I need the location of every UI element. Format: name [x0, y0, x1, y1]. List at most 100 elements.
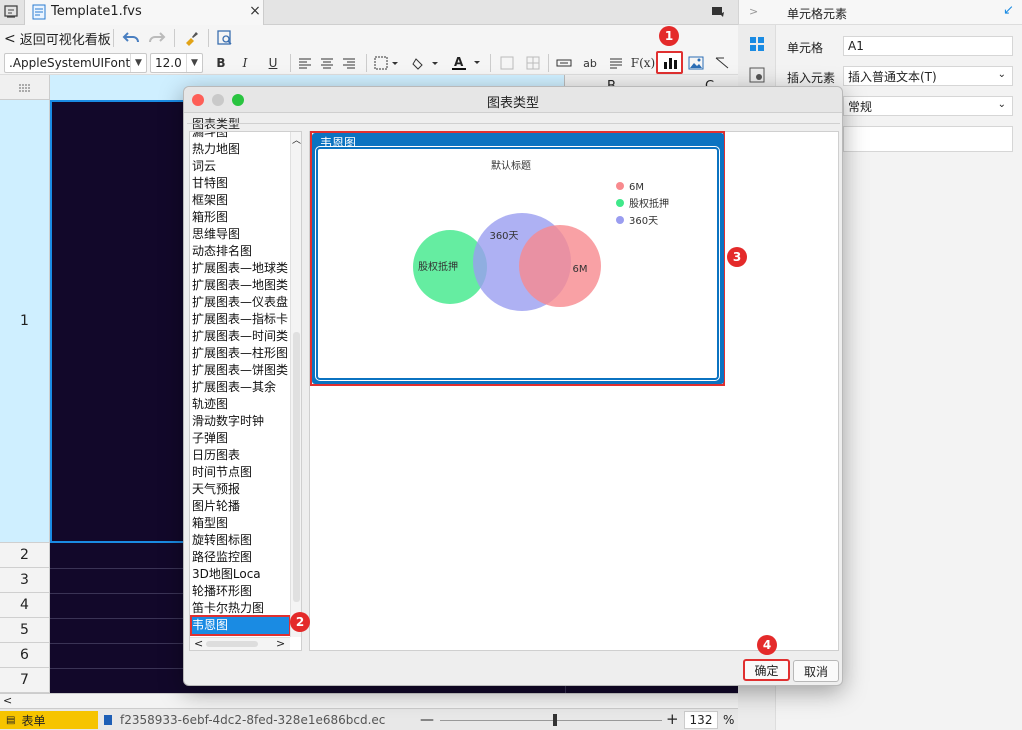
insert-image-icon[interactable] — [686, 54, 706, 72]
chart-type-item[interactable]: 韦恩图 — [190, 615, 291, 636]
close-icon[interactable]: × — [247, 3, 263, 19]
font-color-icon[interactable]: A — [448, 54, 484, 72]
chart-type-item[interactable]: 3D地图Loca — [192, 566, 289, 583]
divider — [174, 29, 175, 47]
scroll-left-icon[interactable]: < — [3, 694, 12, 707]
fill-color-icon[interactable] — [410, 54, 442, 72]
menu-dropdown-icon[interactable] — [708, 3, 728, 21]
row-header-7[interactable]: 7 — [0, 668, 50, 693]
ok-button[interactable]: 确定 — [743, 659, 790, 681]
chart-type-item[interactable]: 日历图表 — [192, 447, 289, 464]
row-header-4[interactable]: 4 — [0, 593, 50, 618]
chart-type-item[interactable]: 扩展图表—其余 — [192, 379, 289, 396]
chart-type-item[interactable]: 时间节点图 — [192, 464, 289, 481]
chart-type-item[interactable]: 词云 — [192, 158, 289, 175]
paragraph-icon[interactable] — [606, 54, 626, 72]
row-header-6[interactable]: 6 — [0, 643, 50, 668]
legend-label: 360天 — [629, 216, 658, 227]
align-left-icon[interactable] — [296, 54, 314, 72]
venn-chart-card[interactable]: 韦恩图 默认标题 股权抵押 360天 6M 6M 股权抵押 360天 — [312, 133, 724, 384]
formula-icon[interactable]: F(x) — [631, 54, 655, 72]
chart-type-item[interactable]: 框架图 — [192, 192, 289, 209]
chart-type-item[interactable]: 滑动数字时钟 — [192, 413, 289, 430]
slash-icon[interactable] — [712, 54, 732, 72]
insert-chart-button[interactable] — [656, 51, 683, 74]
horizontal-scrollbar[interactable]: < — [0, 693, 738, 708]
cell-input[interactable]: A1 — [843, 36, 1013, 56]
chart-type-item[interactable]: 扩展图表—饼图类 — [192, 362, 289, 379]
chart-type-item[interactable]: 箱形图 — [192, 209, 289, 226]
row-header-1[interactable]: 1 — [0, 100, 50, 543]
align-center-icon[interactable] — [318, 54, 336, 72]
navigation-toolbar: < 返回可视化看板 — [0, 25, 738, 50]
chart-type-item[interactable]: 子弹图 — [192, 430, 289, 447]
content-input[interactable] — [843, 126, 1013, 152]
cancel-button[interactable]: 取消 — [793, 660, 839, 682]
pin-icon[interactable]: ↙ — [1003, 3, 1014, 18]
italic-icon[interactable]: I — [236, 54, 254, 72]
cell-element-tab-icon[interactable] — [747, 34, 767, 54]
chart-type-item[interactable]: 天气预报 — [192, 481, 289, 498]
chart-type-list[interactable]: 漏斗图 热力地图 词云 甘特图 框架图 箱形图 思维导图 动态排名图 扩展图表—地球类 扩展图表—… — [189, 131, 302, 651]
sheet-tab[interactable]: ▤ 表单 — [0, 711, 98, 729]
zoom-in-icon[interactable]: + — [666, 710, 679, 728]
grid-corner-icon[interactable] — [0, 75, 50, 100]
font-family-select[interactable]: .AppleSystemUIFont ▼ — [4, 53, 147, 73]
dialog-titlebar: 图表类型 — [184, 87, 842, 113]
zoom-slider-track[interactable] — [440, 720, 662, 721]
zoom-input[interactable]: 132 — [684, 711, 718, 729]
redo-icon[interactable] — [146, 28, 168, 48]
h-scrollbar-thumb[interactable] — [206, 641, 258, 647]
tab-template1[interactable]: Template1.fvs × — [24, 0, 264, 25]
chart-type-item[interactable]: 扩展图表—地球类 — [192, 260, 289, 277]
align-right-icon[interactable] — [340, 54, 358, 72]
zoom-slider-handle[interactable] — [553, 714, 557, 726]
scroll-right-icon[interactable]: > — [276, 637, 285, 650]
chart-type-item[interactable]: 旋转图标图 — [192, 532, 289, 549]
scrollbar-thumb[interactable] — [293, 332, 300, 602]
chart-type-item[interactable]: 箱型图 — [192, 515, 289, 532]
chart-type-item[interactable]: 扩展图表—地图类 — [192, 277, 289, 294]
cell-attribute-tab-icon[interactable] — [747, 65, 767, 85]
preview-icon[interactable] — [214, 28, 236, 48]
list-vertical-scrollbar[interactable]: ︿ — [290, 132, 301, 637]
chart-type-item[interactable]: 漏斗图 — [192, 132, 289, 141]
designer-icon[interactable] — [2, 3, 20, 21]
font-size-select[interactable]: 12.0 ▼ — [150, 53, 203, 73]
border-icon[interactable] — [372, 54, 402, 72]
zoom-out-icon[interactable]: — — [420, 712, 434, 728]
chart-type-item[interactable]: 轨迹图 — [192, 396, 289, 413]
scroll-up-icon[interactable]: ︿ — [292, 133, 301, 146]
chart-type-item[interactable]: 路径监控图 — [192, 549, 289, 566]
insert-element-select[interactable]: 插入普通文本(T) ⌄ — [843, 66, 1013, 86]
scroll-left-icon[interactable]: < — [194, 637, 203, 650]
bold-icon[interactable]: B — [212, 54, 230, 72]
underline-icon[interactable]: U — [264, 54, 282, 72]
chart-type-item[interactable]: 热力地图 — [192, 141, 289, 158]
chart-type-item[interactable]: 图片轮播 — [192, 498, 289, 515]
text-cell-icon[interactable] — [554, 54, 574, 72]
row-header-2[interactable]: 2 — [0, 543, 50, 568]
format-brush-icon[interactable] — [180, 28, 202, 48]
merge-cell-icon[interactable] — [498, 54, 516, 72]
row-header-5[interactable]: 5 — [0, 618, 50, 643]
chart-type-item[interactable]: 扩展图表—时间类 — [192, 328, 289, 345]
list-horizontal-scrollbar[interactable]: < > — [190, 637, 290, 650]
style-select[interactable]: 常规 ⌄ — [843, 96, 1013, 116]
chart-type-item[interactable]: 动态排名图 — [192, 243, 289, 260]
chart-type-item[interactable]: 扩展图表—仪表盘 — [192, 294, 289, 311]
chart-type-item[interactable]: 思维导图 — [192, 226, 289, 243]
file-hash-tab[interactable]: f2358933-6ebf-4dc2-8fed-328e1e686bcd.ec — [100, 711, 412, 729]
rich-text-icon[interactable]: ab — [580, 54, 600, 72]
row-header-3[interactable]: 3 — [0, 568, 50, 593]
undo-icon[interactable] — [120, 28, 142, 48]
chart-type-item[interactable]: 甘特图 — [192, 175, 289, 192]
unmerge-cell-icon[interactable] — [524, 54, 542, 72]
collapse-right-icon[interactable]: > — [749, 5, 758, 18]
legend-marker — [616, 182, 624, 190]
chart-type-item[interactable]: 轮播环形图 — [192, 583, 289, 600]
chart-type-item[interactable]: 笛卡尔热力图 — [192, 600, 289, 617]
chart-type-item[interactable]: 扩展图表—指标卡 — [192, 311, 289, 328]
back-button[interactable]: < 返回可视化看板 — [4, 29, 111, 49]
chart-type-item[interactable]: 扩展图表—柱形图 — [192, 345, 289, 362]
